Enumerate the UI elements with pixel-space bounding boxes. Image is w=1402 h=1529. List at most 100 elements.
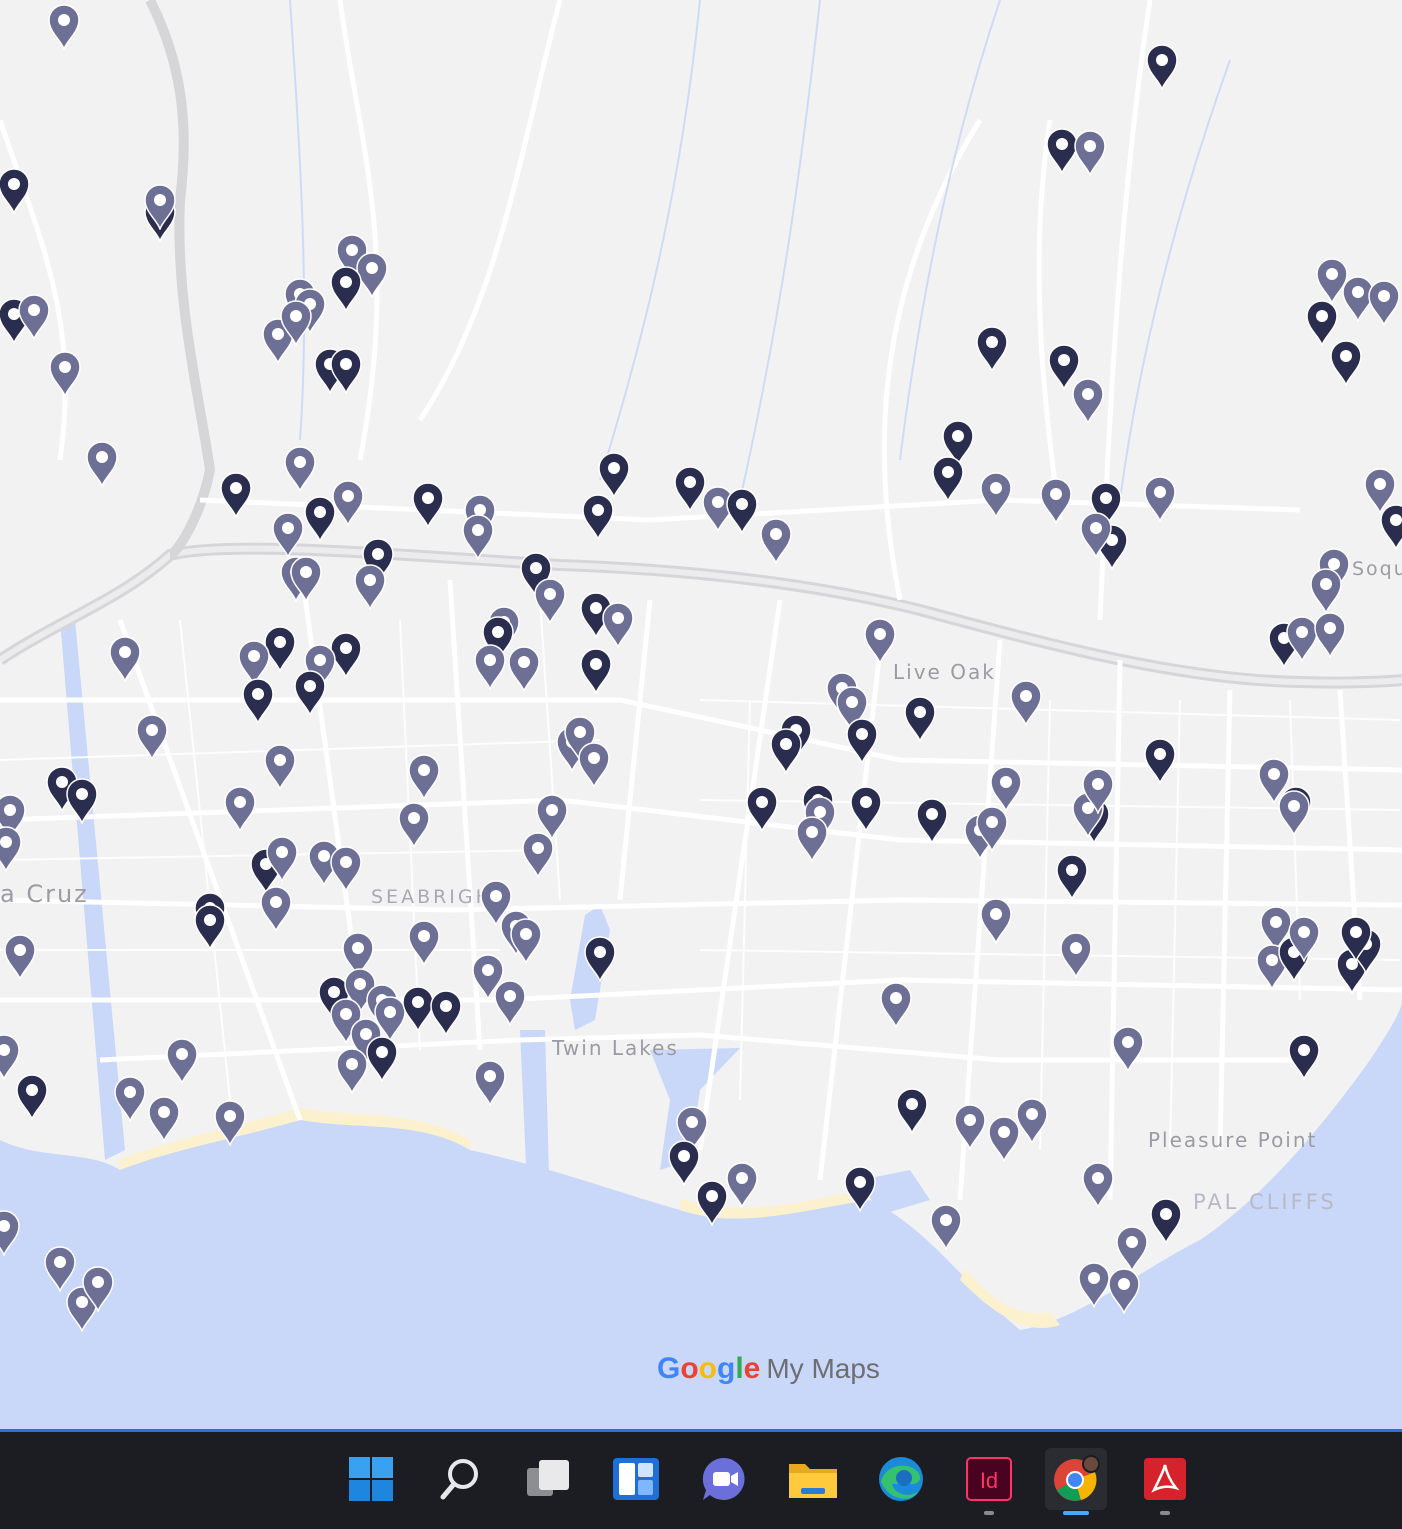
map-marker[interactable] [577, 742, 611, 788]
map-marker[interactable] [1287, 916, 1321, 962]
map-marker[interactable] [1081, 768, 1115, 814]
map-marker[interactable] [335, 1048, 369, 1094]
map-marker[interactable] [0, 1034, 21, 1080]
map-marker[interactable] [759, 518, 793, 564]
map-marker[interactable] [17, 294, 51, 340]
map-marker[interactable] [695, 1180, 729, 1226]
map-marker[interactable] [48, 351, 82, 397]
map-marker[interactable] [329, 846, 363, 892]
map-marker[interactable] [507, 646, 541, 692]
file-explorer-button[interactable] [782, 1448, 844, 1510]
map-marker[interactable] [1143, 738, 1177, 784]
map-marker[interactable] [979, 472, 1013, 518]
map-marker[interactable] [975, 326, 1009, 372]
edge-button[interactable] [870, 1448, 932, 1510]
map-marker[interactable] [1313, 612, 1347, 658]
map-marker[interactable] [85, 441, 119, 487]
map-marker[interactable] [223, 786, 257, 832]
indesign-button[interactable]: Id [958, 1448, 1020, 1515]
map-marker[interactable] [583, 936, 617, 982]
map-marker[interactable] [1329, 340, 1363, 386]
map-marker[interactable] [259, 886, 293, 932]
map-marker[interactable] [745, 786, 779, 832]
map-marker[interactable] [108, 636, 142, 682]
map-marker[interactable] [725, 1162, 759, 1208]
map-marker[interactable] [143, 184, 177, 230]
map-marker[interactable] [1009, 680, 1043, 726]
map-marker[interactable] [989, 766, 1023, 812]
chrome-button[interactable] [1045, 1448, 1107, 1515]
map-marker[interactable] [3, 934, 37, 980]
map-marker[interactable] [0, 1210, 21, 1256]
map-marker[interactable] [213, 1100, 247, 1146]
map-marker[interactable] [1367, 280, 1401, 326]
map-marker[interactable] [845, 718, 879, 764]
map-marker[interactable] [15, 1074, 49, 1120]
map-marker[interactable] [0, 168, 31, 214]
map-marker[interactable] [473, 644, 507, 690]
map-marker[interactable] [1145, 44, 1179, 90]
search-button[interactable] [429, 1448, 491, 1510]
map-marker[interactable] [1107, 1268, 1141, 1314]
map-marker[interactable] [1143, 476, 1177, 522]
map-marker[interactable] [1073, 130, 1107, 176]
map-marker[interactable] [1379, 504, 1402, 550]
map-marker[interactable] [579, 648, 613, 694]
map-marker[interactable] [581, 494, 615, 540]
map-marker[interactable] [407, 754, 441, 800]
map-marker[interactable] [533, 578, 567, 624]
map-marker[interactable] [65, 778, 99, 824]
map-marker[interactable] [509, 918, 543, 964]
map-marker[interactable] [397, 802, 431, 848]
map-marker[interactable] [895, 1088, 929, 1134]
map-marker[interactable] [0, 826, 23, 872]
map-marker[interactable] [193, 904, 227, 950]
map-marker[interactable] [1059, 932, 1093, 978]
map-marker[interactable] [47, 4, 81, 50]
map-marker[interactable] [1079, 512, 1113, 558]
widgets-button[interactable] [605, 1448, 667, 1510]
map-marker[interactable] [113, 1076, 147, 1122]
map-marker[interactable] [165, 1038, 199, 1084]
map-canvas[interactable]: Live Oak a Cruz SEABRIGHT Twin Lakes Ple… [0, 0, 1402, 1429]
map-marker[interactable] [411, 482, 445, 528]
map-marker[interactable] [279, 300, 313, 346]
map-marker[interactable] [597, 452, 631, 498]
chat-button[interactable] [694, 1448, 756, 1510]
map-marker[interactable] [769, 728, 803, 774]
map-marker[interactable] [461, 514, 495, 560]
map-marker[interactable] [1055, 854, 1089, 900]
map-marker[interactable] [953, 1104, 987, 1150]
map-marker[interactable] [147, 1096, 181, 1142]
map-marker[interactable] [1115, 1226, 1149, 1272]
map-marker[interactable] [135, 714, 169, 760]
map-marker[interactable] [407, 920, 441, 966]
map-marker[interactable] [429, 990, 463, 1036]
map-marker[interactable] [283, 446, 317, 492]
map-marker[interactable] [493, 980, 527, 1026]
map-marker[interactable] [975, 806, 1009, 852]
map-marker[interactable] [365, 1036, 399, 1082]
map-marker[interactable] [1015, 1098, 1049, 1144]
map-marker[interactable] [331, 480, 365, 526]
map-marker[interactable] [1339, 916, 1373, 962]
start-button[interactable] [340, 1448, 402, 1510]
map-marker[interactable] [979, 898, 1013, 944]
acrobat-button[interactable] [1134, 1448, 1196, 1515]
map-marker[interactable] [879, 982, 913, 1028]
map-marker[interactable] [1149, 1198, 1183, 1244]
map-marker[interactable] [1309, 568, 1343, 614]
map-marker[interactable] [329, 266, 363, 312]
map-marker[interactable] [601, 602, 635, 648]
map-marker[interactable] [931, 456, 965, 502]
map-marker[interactable] [795, 816, 829, 862]
map-marker[interactable] [1039, 478, 1073, 524]
map-marker[interactable] [1077, 1262, 1111, 1308]
map-marker[interactable] [1277, 790, 1311, 836]
map-marker[interactable] [263, 744, 297, 790]
map-marker[interactable] [1111, 1026, 1145, 1072]
map-marker[interactable] [929, 1204, 963, 1250]
map-marker[interactable] [915, 798, 949, 844]
map-marker[interactable] [521, 832, 555, 878]
map-marker[interactable] [1287, 1034, 1321, 1080]
